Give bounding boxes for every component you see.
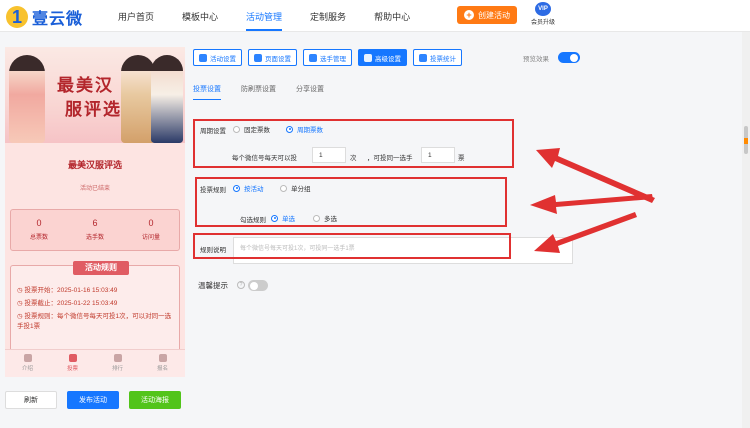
tab-label: 报名: [156, 366, 168, 372]
vip-upgrade-label: 会员升级: [530, 20, 555, 26]
create-activity-button[interactable]: + 创建活动: [457, 6, 517, 24]
top-navbar: 1 壹云微 用户首页 模板中心 活动管理 定制服务 帮助中心 + 创建活动 VI…: [0, 0, 750, 32]
stat-value: 0: [148, 218, 154, 228]
bar-chart-icon: [419, 53, 427, 62]
tab-label: 介绍: [21, 366, 33, 372]
banner-title-line1: 最美汉: [57, 76, 114, 96]
stat-label: 访问量: [141, 235, 160, 241]
rank-icon: [113, 354, 122, 362]
preview-activity-title: 最美汉服评选: [67, 160, 122, 170]
brand-name: 壹云微: [32, 11, 84, 28]
contestant-manage-button[interactable]: 选手管理: [303, 49, 352, 66]
preview-tabbar: 介绍 投票 排行 报名: [5, 349, 185, 377]
stat-label: 总票数: [29, 235, 48, 241]
tab-label: 投票: [66, 366, 78, 372]
main-nav: 用户首页 模板中心 活动管理 定制服务 帮助中心: [118, 10, 438, 31]
toolbar-button-label: 投票统计: [430, 55, 456, 63]
arrow-to-rule-description: [534, 212, 637, 253]
plus-icon: +: [464, 10, 474, 20]
nav-item-help[interactable]: 帮助中心: [374, 10, 410, 23]
toolbar-button-label: 活动设置: [210, 55, 236, 63]
stat-label: 选手数: [85, 235, 104, 241]
page-scrollbar[interactable]: [742, 32, 750, 428]
create-activity-label: 创建活动: [478, 10, 510, 20]
rules-heading: 活动规则: [73, 261, 129, 275]
banner-title-line2: 服评选: [65, 100, 122, 120]
tab-label: 排行: [111, 366, 123, 372]
preview-effect-toggle[interactable]: [558, 52, 580, 63]
tab-share-settings[interactable]: 分享设置: [296, 84, 324, 94]
tab-anti-fraud-settings[interactable]: 防刷票设置: [241, 84, 276, 94]
stat-value: 0: [36, 218, 42, 228]
activity-settings-button[interactable]: 活动设置: [193, 49, 242, 66]
users-icon: [309, 53, 317, 62]
advanced-icon: [364, 53, 372, 62]
stat-total-votes: 0 总票数: [11, 210, 67, 250]
hanfu-figure-image: [151, 55, 183, 143]
hanfu-figure-image: [9, 55, 45, 143]
vote-statistics-button[interactable]: 投票统计: [413, 49, 462, 66]
preview-activity-status: 活动已结束: [79, 186, 110, 192]
stat-value: 6: [92, 218, 98, 228]
brand-logo[interactable]: 1 壹云微: [6, 5, 83, 29]
preview-actions: 刷新 发布活动 活动海报: [5, 391, 191, 409]
annotation-box-vote-rule: [195, 177, 507, 227]
preview-tab-rank[interactable]: 排行: [95, 350, 140, 377]
scrollbar-marker: [744, 138, 748, 144]
nav-item-activity-manage[interactable]: 活动管理: [246, 10, 283, 31]
rule-text: 投票规则：每个微信号每天可投1次，可以对同一选手投1票: [17, 313, 172, 330]
preview-stats: 0 总票数 6 选手数 0 访问量: [10, 209, 180, 251]
activity-poster-button[interactable]: 活动海报: [129, 391, 181, 409]
rule-end-time: ◷ 投票截止：2025-01-22 15:03:49: [17, 300, 118, 307]
mobile-preview: 最美汉 服评选 最美汉服评选 活动已结束 0 总票数 6 选手数 0 访问量 活…: [5, 47, 185, 377]
refresh-button[interactable]: 刷新: [5, 391, 57, 409]
warm-tip-toggle[interactable]: [248, 280, 268, 291]
annotation-box-cycle: [193, 119, 514, 168]
settings-toolbar: 活动设置 页面设置 选手管理 高级设置 投票统计: [193, 49, 468, 66]
toggle-knob: [250, 281, 258, 290]
toolbar-button-label: 页面设置: [265, 55, 291, 63]
stat-contestants: 6 选手数: [67, 210, 123, 250]
page-gear-icon: [254, 53, 262, 62]
preview-effect-label: 预览效果: [523, 56, 549, 63]
nav-item-templates[interactable]: 模板中心: [182, 10, 218, 23]
advanced-subtabs: 投票设置 防刷票设置 分享设置: [193, 84, 344, 100]
toolbar-button-label: 高级设置: [375, 55, 401, 63]
toolbar-button-label: 选手管理: [320, 55, 346, 63]
rule-vote-rule: ◷ 投票规则：每个微信号每天可投1次，可以对同一选手投1票: [17, 313, 172, 330]
logo-icon: 1: [6, 6, 28, 28]
advanced-settings-button[interactable]: 高级设置: [358, 49, 407, 66]
annotation-box-rule-description: [193, 233, 511, 259]
signup-icon: [158, 354, 167, 362]
tab-vote-settings[interactable]: 投票设置: [193, 84, 221, 100]
annotation-arrows: [530, 148, 655, 253]
rule-text: 投票截止：2025-01-22 15:03:49: [24, 300, 118, 307]
stat-visits: 0 访问量: [123, 210, 179, 250]
nav-item-custom-service[interactable]: 定制服务: [310, 10, 346, 23]
nav-item-home[interactable]: 用户首页: [118, 10, 154, 23]
vip-upgrade[interactable]: VIP 会员升级: [526, 2, 560, 26]
arrow-to-vote-rule: [530, 194, 653, 214]
warm-tip-label: 温馨提示: [198, 281, 228, 290]
preview-tab-vote[interactable]: 投票: [50, 350, 95, 377]
preview-tab-intro[interactable]: 介绍: [5, 350, 50, 377]
rule-text: 投票开始：2025-01-16 15:03:49: [24, 287, 118, 294]
publish-activity-button[interactable]: 发布活动: [67, 391, 119, 409]
preview-tab-signup[interactable]: 报名: [140, 350, 185, 377]
intro-icon: [23, 354, 32, 362]
hanfu-figure-image: [121, 55, 155, 143]
preview-banner: 最美汉 服评选: [5, 47, 185, 143]
vip-badge-icon: VIP: [535, 2, 551, 16]
arrow-to-cycle: [536, 148, 655, 203]
gear-icon: [199, 53, 207, 62]
help-icon[interactable]: ?: [237, 281, 245, 289]
vote-icon: [68, 354, 77, 362]
toggle-knob: [570, 53, 578, 62]
rule-start-time: ◷ 投票开始：2025-01-16 15:03:49: [17, 287, 118, 294]
page-settings-button[interactable]: 页面设置: [248, 49, 297, 66]
